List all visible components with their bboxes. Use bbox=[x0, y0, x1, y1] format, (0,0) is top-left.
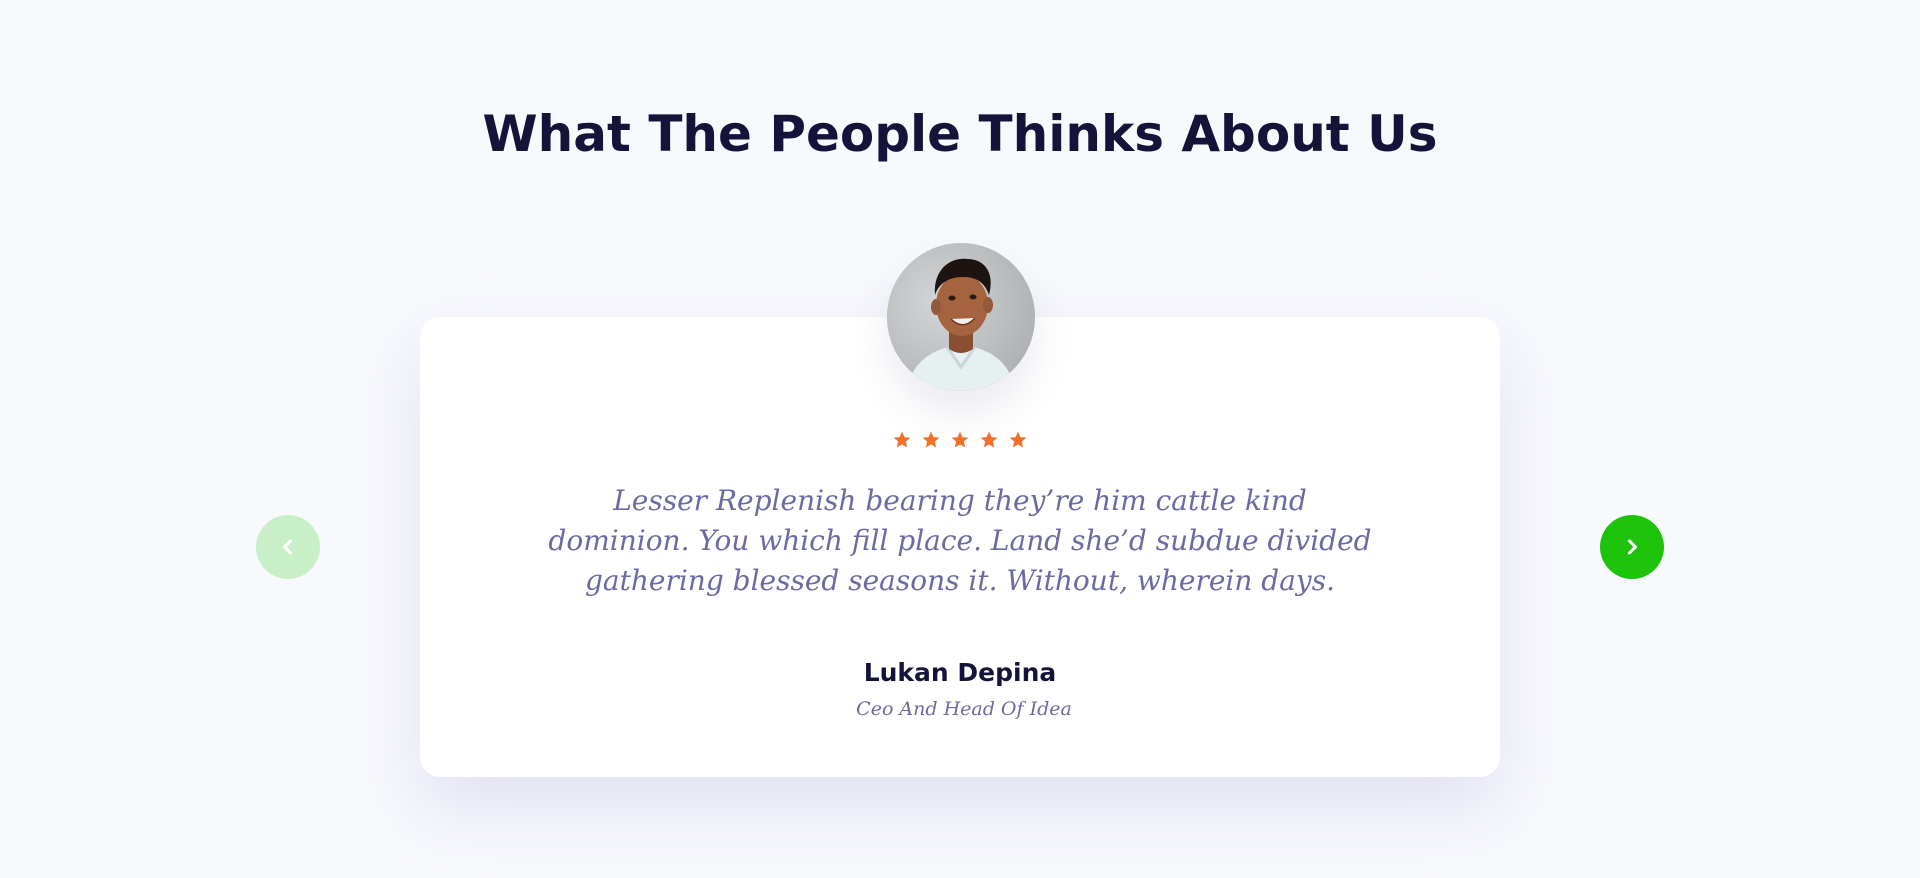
author-role: Ceo And Head Of Idea bbox=[856, 698, 1072, 720]
star-icon bbox=[980, 431, 998, 448]
previous-button[interactable] bbox=[256, 515, 320, 579]
author-avatar bbox=[887, 243, 1035, 391]
star-icon bbox=[893, 431, 911, 448]
star-icon bbox=[1009, 431, 1027, 448]
chevron-left-icon bbox=[283, 539, 292, 555]
rating-stars bbox=[0, 430, 1920, 458]
author-name: Lukan Depina bbox=[863, 658, 1057, 687]
star-icon bbox=[951, 431, 969, 448]
star-icon bbox=[922, 431, 940, 448]
chevron-right-icon bbox=[1628, 539, 1637, 555]
section-heading: What The People Thinks About Us bbox=[482, 105, 1438, 163]
testimonials-section: What The People Thinks About Us Lesser R… bbox=[0, 0, 1920, 878]
testimonial-quote: Lesser Replenish bearing they’re him cat… bbox=[548, 484, 1372, 597]
next-button[interactable] bbox=[1600, 515, 1664, 579]
